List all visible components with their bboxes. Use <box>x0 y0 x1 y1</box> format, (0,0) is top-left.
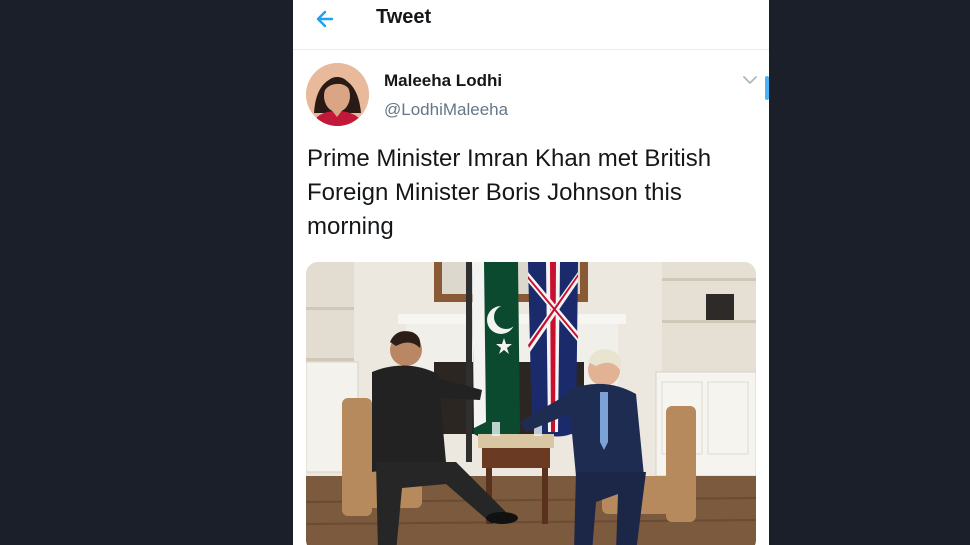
author-name[interactable]: Maleeha Lodhi <box>384 71 502 91</box>
top-bar: Tweet <box>293 0 769 50</box>
chevron-down-icon <box>743 76 757 84</box>
scrollbar-thumb[interactable] <box>765 76 769 100</box>
avatar[interactable] <box>306 63 369 126</box>
page-title: Tweet <box>376 6 432 28</box>
author-handle[interactable]: @LodhiMaleeha <box>384 100 508 120</box>
tweet-text: Prime Minister Imran Khan met British Fo… <box>307 145 712 240</box>
back-button[interactable] <box>311 5 339 33</box>
tweet-menu-button[interactable] <box>742 72 758 88</box>
tweet-screen: Tweet Maleeha Lodhi @LodhiMaleeha Prime … <box>293 0 769 545</box>
tweet-photo[interactable] <box>306 262 756 545</box>
arrow-left-icon <box>316 10 334 28</box>
